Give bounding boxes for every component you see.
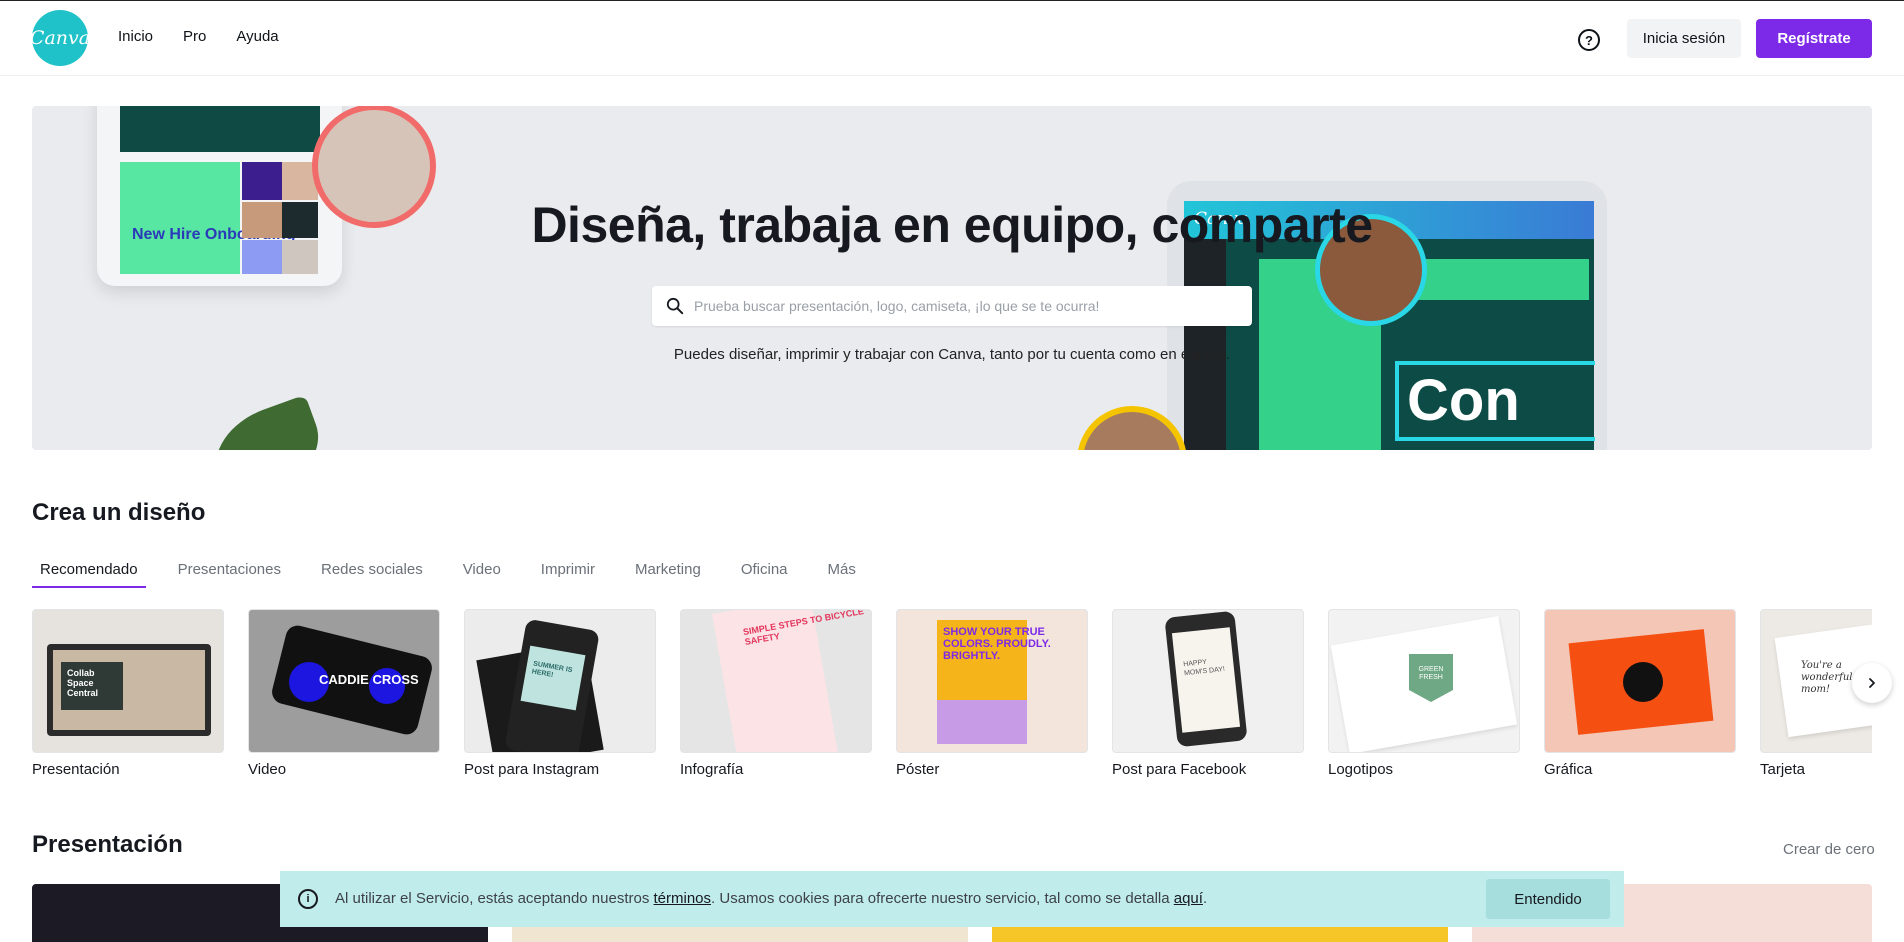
hero-subtitle: Puedes diseñar, imprimir y trabajar con … [673, 346, 1231, 363]
tab-marketing[interactable]: Marketing [627, 561, 709, 588]
design-thumbnail[interactable]: SIMPLE STEPS TO BICYCLE SAFETY [680, 609, 872, 753]
nav-pro[interactable]: Pro [183, 28, 206, 45]
design-card-grafica[interactable]: Gráfica [1544, 609, 1736, 778]
hero-illustration-block [120, 106, 320, 152]
search-input[interactable] [694, 286, 1234, 326]
thumbnail-text: SUMMER IS HERE! [520, 645, 586, 711]
here-link[interactable]: aquí [1174, 890, 1203, 907]
chevron-right-icon [1869, 678, 1875, 688]
tab-imprimir[interactable]: Imprimir [533, 561, 603, 588]
design-type-carousel: Collab Space Central Presentación CADDIE… [32, 609, 1872, 779]
thumbnail-text: Collab Space Central [61, 662, 123, 710]
design-card-label[interactable]: Post para Instagram [464, 761, 656, 778]
design-card-label[interactable]: Tarjeta [1760, 761, 1872, 778]
hero-illustration-block [242, 162, 282, 200]
design-card-poster[interactable]: SHOW YOUR TRUE COLORS. PROUDLY. BRIGHTLY… [896, 609, 1088, 778]
nav-inicio[interactable]: Inicio [118, 28, 153, 45]
tab-presentaciones[interactable]: Presentaciones [170, 561, 289, 588]
canva-logo[interactable]: Canva [30, 10, 90, 66]
design-thumbnail[interactable]: SHOW YOUR TRUE COLORS. PROUDLY. BRIGHTLY… [896, 609, 1088, 753]
design-card-logotipos[interactable]: GREEN FRESH Logotipos [1328, 609, 1520, 778]
hero-illustration-sidebar [1184, 239, 1226, 450]
tab-oficina[interactable]: Oficina [733, 561, 796, 588]
thumbnail-text: HAPPY MOM'S DAY! [1171, 627, 1241, 733]
cookie-text-part: Al utilizar el Servicio, estás aceptando… [335, 890, 654, 907]
cookie-message: Al utilizar el Servicio, estás aceptando… [335, 890, 1207, 907]
login-button[interactable]: Inicia sesión [1627, 19, 1741, 58]
tab-redes-sociales[interactable]: Redes sociales [313, 561, 431, 588]
design-card-instagram-post[interactable]: SUMMER IS HERE! Post para Instagram [464, 609, 656, 778]
design-card-label[interactable]: Presentación [32, 761, 224, 778]
thumbnail-text: SHOW YOUR TRUE COLORS. PROUDLY. BRIGHTLY… [943, 626, 1051, 662]
question-circle-icon[interactable]: ? [1578, 29, 1600, 51]
leaf-decoration [201, 394, 333, 450]
design-thumbnail[interactable]: SUMMER IS HERE! [464, 609, 656, 753]
register-button[interactable]: Regístrate [1756, 19, 1872, 58]
design-thumbnail[interactable] [1544, 609, 1736, 753]
design-thumbnail[interactable]: Collab Space Central [32, 609, 224, 753]
hero-title: Diseña, trabaja en equipo, comparte [531, 197, 1373, 253]
hero-banner: New Hire Onboarding Canva Con Diseña, tr… [32, 106, 1872, 450]
top-header: Canva Inicio Pro Ayuda ? Inicia sesión R… [0, 2, 1904, 76]
cookie-text-part: . Usamos cookies para ofrecerte nuestro … [711, 890, 1174, 907]
main-nav: Inicio Pro Ayuda [118, 28, 309, 45]
create-from-scratch-link[interactable]: Crear de cero [1783, 841, 1875, 858]
design-card-video[interactable]: CADDIE CROSS Video [248, 609, 440, 778]
design-thumbnail[interactable]: GREEN FRESH [1328, 609, 1520, 753]
design-category-tabs: Recomendado Presentaciones Redes sociale… [32, 561, 888, 588]
design-card-presentacion[interactable]: Collab Space Central Presentación [32, 609, 224, 778]
nav-ayuda[interactable]: Ayuda [236, 28, 278, 45]
search-icon [666, 297, 684, 315]
design-card-label[interactable]: Logotipos [1328, 761, 1520, 778]
design-card-facebook-post[interactable]: HAPPY MOM'S DAY! Post para Facebook [1112, 609, 1304, 778]
design-card-label[interactable]: Póster [896, 761, 1088, 778]
design-thumbnail[interactable]: CADDIE CROSS [248, 609, 440, 753]
cookie-banner: i Al utilizar el Servicio, estás aceptan… [280, 871, 1624, 927]
info-icon: i [298, 889, 318, 909]
design-card-infografia[interactable]: SIMPLE STEPS TO BICYCLE SAFETY Infografí… [680, 609, 872, 778]
design-card-label[interactable]: Gráfica [1544, 761, 1736, 778]
tab-mas[interactable]: Más [820, 561, 864, 588]
design-card-label[interactable]: Video [248, 761, 440, 778]
tab-video[interactable]: Video [455, 561, 509, 588]
design-card-label[interactable]: Post para Facebook [1112, 761, 1304, 778]
search-box[interactable] [652, 286, 1252, 326]
create-design-title: Crea un diseño [32, 499, 206, 526]
carousel-next-button[interactable] [1852, 663, 1892, 703]
accept-cookies-button[interactable]: Entendido [1486, 879, 1610, 919]
cookie-text-part: . [1202, 890, 1208, 907]
design-thumbnail[interactable]: HAPPY MOM'S DAY! [1112, 609, 1304, 753]
tab-recomendado[interactable]: Recomendado [32, 561, 146, 588]
design-card-label[interactable]: Infografía [680, 761, 872, 778]
hero-illustration-text: Con [1395, 361, 1595, 441]
thumbnail-text: CADDIE CROSS [319, 672, 419, 687]
presentation-section-title: Presentación [32, 831, 183, 858]
terms-link[interactable]: términos [654, 890, 712, 907]
